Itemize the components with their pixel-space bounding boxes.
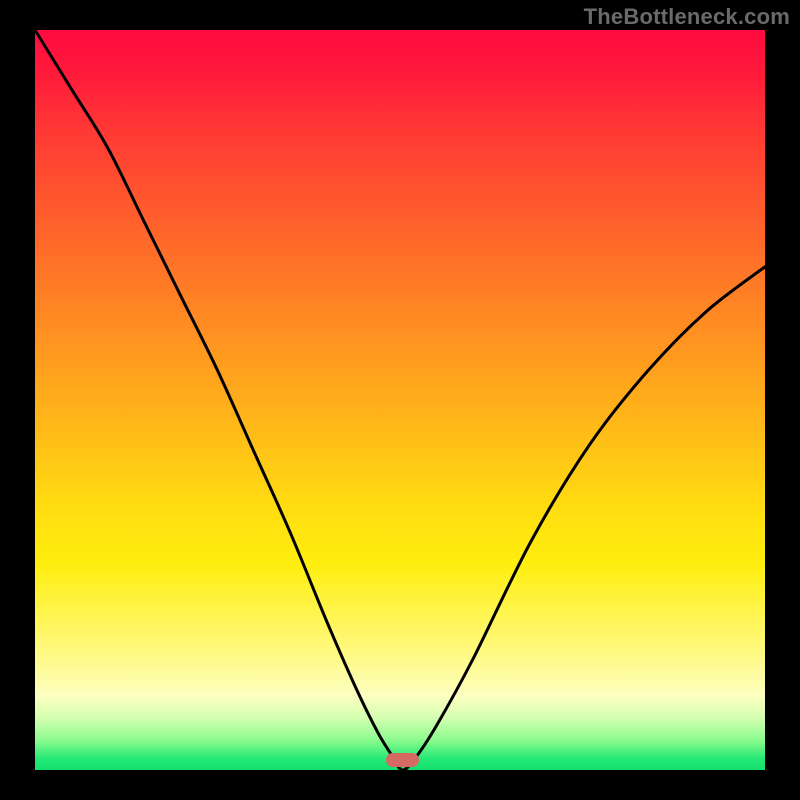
optimal-point-marker [386,753,419,767]
watermark-text: TheBottleneck.com [584,4,790,30]
bottleneck-curve [35,30,765,770]
chart-container: TheBottleneck.com [0,0,800,800]
plot-area [35,30,765,770]
